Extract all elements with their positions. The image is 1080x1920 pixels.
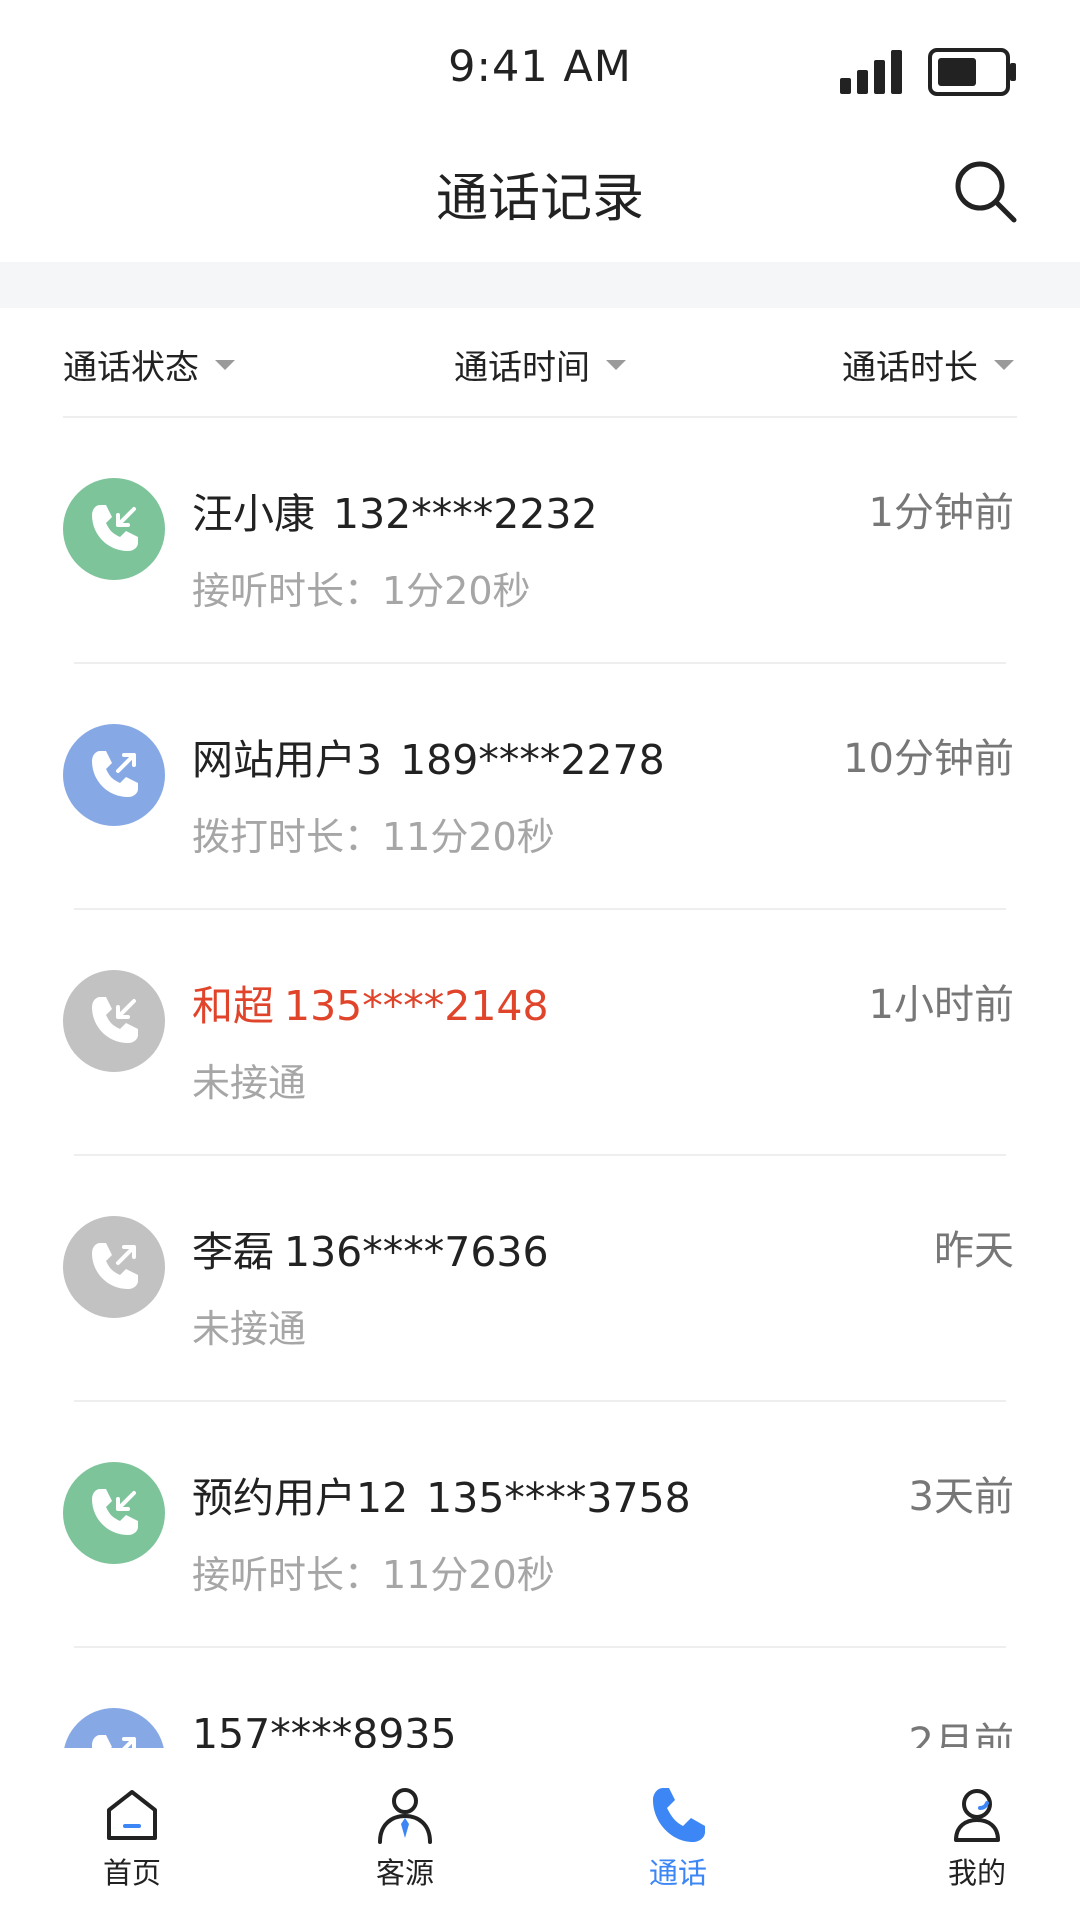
tab-home[interactable]: 首页 [72,1784,192,1892]
agent-icon [378,1788,432,1844]
contact-phone: 157****8935 [192,1710,457,1748]
caret-down-icon [606,359,626,370]
call-item[interactable]: 李磊 136****7636 未接通 昨天 [0,1156,1080,1402]
outgoing-call-icon [63,724,165,826]
contact-line: 汪小康 132****2232 [192,480,598,540]
incoming-call-icon [63,478,165,580]
missed-incoming-call-icon [63,970,165,1072]
call-detail: 接听时长：11分20秒 [192,1553,555,1597]
contact-name: 和超 [192,982,274,1030]
call-detail: 拨打时长：11分20秒 [192,815,555,859]
status-time: 9:41 AM [448,42,632,92]
incoming-call-icon [63,1462,165,1564]
caret-down-icon [215,359,235,370]
call-time: 1小时前 [868,982,1014,1028]
bottom-tab-bar: 首页 客源 通话 我的 [0,1748,1080,1920]
status-bar: 9:41 AM [0,0,1080,130]
call-time: 1分钟前 [868,490,1014,536]
contact-line: 网站用户3 189****2278 [192,726,665,786]
search-icon[interactable] [952,158,1018,224]
user-icon [954,1789,1000,1842]
unanswered-outgoing-call-icon [63,1216,165,1318]
filter-call-time[interactable]: 通话时间 [454,340,626,389]
call-item[interactable]: 预约用户12 135****3758 接听时长：11分20秒 3天前 [0,1402,1080,1648]
call-item[interactable]: 157****8935 2月前 [0,1648,1080,1748]
call-time: 昨天 [934,1228,1014,1274]
tab-label: 通话 [648,1856,707,1890]
battery-icon [928,48,1016,96]
outgoing-call-icon [63,1708,165,1748]
header-separator [0,262,1080,308]
home-icon [107,1790,157,1840]
page-title: 通话记录 [435,169,644,229]
tab-label: 客源 [375,1856,434,1890]
tab-label: 首页 [102,1856,161,1890]
contact-name: 李磊 [192,1228,274,1276]
contact-line: 李磊 136****7636 [192,1218,549,1278]
tab-label: 我的 [947,1856,1006,1890]
signal-icon [840,50,902,94]
call-item[interactable]: 和超 135****2148 未接通 1小时前 [0,910,1080,1156]
contact-line: 157****8935 [192,1710,457,1748]
call-log-screen: 9:41 AM 通话记录 通话状态 通话时间 通话时长 汪小康 132****2… [0,0,1080,1920]
filter-call-duration[interactable]: 通话时长 [842,340,1014,389]
contact-line: 和超 135****2148 [192,972,549,1032]
contact-phone: 135****2148 [284,982,549,1030]
call-detail: 未接通 [192,1307,307,1351]
call-list[interactable]: 汪小康 132****2232 接听时长：1分20秒 1分钟前 网站用户3 189*… [0,418,1080,1748]
contact-line: 预约用户12 135****3758 [192,1464,691,1524]
contact-phone: 135****3758 [426,1474,691,1522]
contact-phone: 189****2278 [400,736,665,784]
tab-calls[interactable]: 通话 [618,1784,738,1892]
contact-name: 汪小康 [192,490,315,538]
contact-phone: 136****7636 [284,1228,549,1276]
call-time: 10分钟前 [843,736,1014,782]
filter-label: 通话时间 [454,348,590,388]
contact-name: 网站用户3 [192,736,383,784]
tab-profile[interactable]: 我的 [917,1784,1037,1892]
caret-down-icon [994,359,1014,370]
tab-customers[interactable]: 客源 [345,1784,465,1892]
phone-icon [653,1788,705,1842]
call-time: 2月前 [908,1720,1014,1748]
call-item[interactable]: 汪小康 132****2232 接听时长：1分20秒 1分钟前 [0,418,1080,664]
call-item[interactable]: 网站用户3 189****2278 拨打时长：11分20秒 10分钟前 [0,664,1080,910]
filter-call-status[interactable]: 通话状态 [63,340,235,389]
contact-name: 预约用户12 [192,1474,409,1522]
call-time: 3天前 [908,1474,1014,1520]
call-detail: 未接通 [192,1061,307,1105]
filter-bar: 通话状态 通话时间 通话时长 [0,308,1080,418]
call-detail: 接听时长：1分20秒 [192,569,531,613]
filter-label: 通话时长 [842,348,978,388]
contact-phone: 132****2232 [333,490,598,538]
filter-label: 通话状态 [63,348,199,388]
